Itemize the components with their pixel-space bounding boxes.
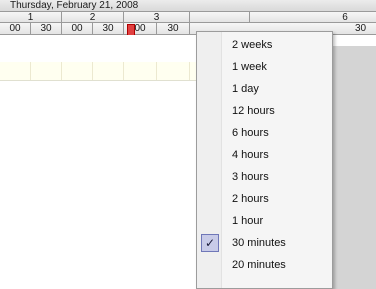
hour-cell[interactable]: 6 bbox=[314, 12, 376, 23]
time-scale-menu: 2 weeks 1 week 1 day 12 hours 6 hours 4 … bbox=[196, 31, 333, 289]
menu-item-label: 3 hours bbox=[232, 171, 269, 183]
hour-cell[interactable]: 1 bbox=[0, 12, 62, 23]
menu-item-3-hours[interactable]: 3 hours bbox=[199, 166, 330, 188]
date-header: Thursday, February 21, 2008 bbox=[0, 0, 376, 12]
menu-item-1-hour[interactable]: 1 hour bbox=[199, 210, 330, 232]
menu-item-label: 2 weeks bbox=[232, 39, 273, 51]
minute-cell[interactable]: 30 bbox=[157, 23, 190, 34]
menu-item-12-hours[interactable]: 12 hours bbox=[199, 100, 330, 122]
menu-item-6-hours[interactable]: 6 hours bbox=[199, 122, 330, 144]
time-slot[interactable] bbox=[124, 62, 157, 80]
minute-cell[interactable]: 30 bbox=[31, 23, 62, 34]
time-slot[interactable] bbox=[0, 62, 31, 80]
menu-item-1-week[interactable]: 1 week bbox=[199, 56, 330, 78]
minute-cell[interactable]: 00 bbox=[0, 23, 31, 34]
hour-header-row: 1 2 3 6 bbox=[0, 12, 376, 23]
hour-cell[interactable]: 2 bbox=[62, 12, 124, 23]
date-label: Thursday, February 21, 2008 bbox=[10, 0, 139, 11]
minute-cell[interactable]: 00 bbox=[62, 23, 93, 34]
menu-item-1-day[interactable]: 1 day bbox=[199, 78, 330, 100]
hour-cell[interactable]: 3 bbox=[124, 12, 190, 23]
menu-item-4-hours[interactable]: 4 hours bbox=[199, 144, 330, 166]
menu-item-label: 30 minutes bbox=[232, 237, 286, 249]
time-slot[interactable] bbox=[157, 62, 190, 80]
menu-item-label: 12 hours bbox=[232, 105, 275, 117]
non-working-area bbox=[333, 46, 376, 289]
minute-cell[interactable]: 30 bbox=[345, 23, 376, 34]
menu-item-20-minutes[interactable]: 20 minutes bbox=[199, 254, 330, 276]
time-slot[interactable] bbox=[31, 62, 62, 80]
menu-item-label: 1 week bbox=[232, 61, 267, 73]
time-slot[interactable] bbox=[93, 62, 124, 80]
menu-item-label: 6 hours bbox=[232, 127, 269, 139]
minute-cell[interactable]: 30 bbox=[93, 23, 124, 34]
menu-item-label: 1 hour bbox=[232, 215, 264, 227]
menu-item-2-hours[interactable]: 2 hours bbox=[199, 188, 330, 210]
menu-item-2-weeks[interactable]: 2 weeks bbox=[199, 34, 330, 56]
menu-item-label: 20 minutes bbox=[232, 259, 286, 271]
menu-item-label: 2 hours bbox=[232, 193, 269, 205]
hour-cell[interactable] bbox=[190, 12, 250, 22]
time-slot[interactable] bbox=[62, 62, 93, 80]
menu-item-30-minutes[interactable]: ✓ 30 minutes bbox=[199, 232, 330, 254]
menu-item-label: 4 hours bbox=[232, 149, 269, 161]
checkmark-icon: ✓ bbox=[201, 234, 219, 252]
menu-item-label: 1 day bbox=[232, 83, 259, 95]
